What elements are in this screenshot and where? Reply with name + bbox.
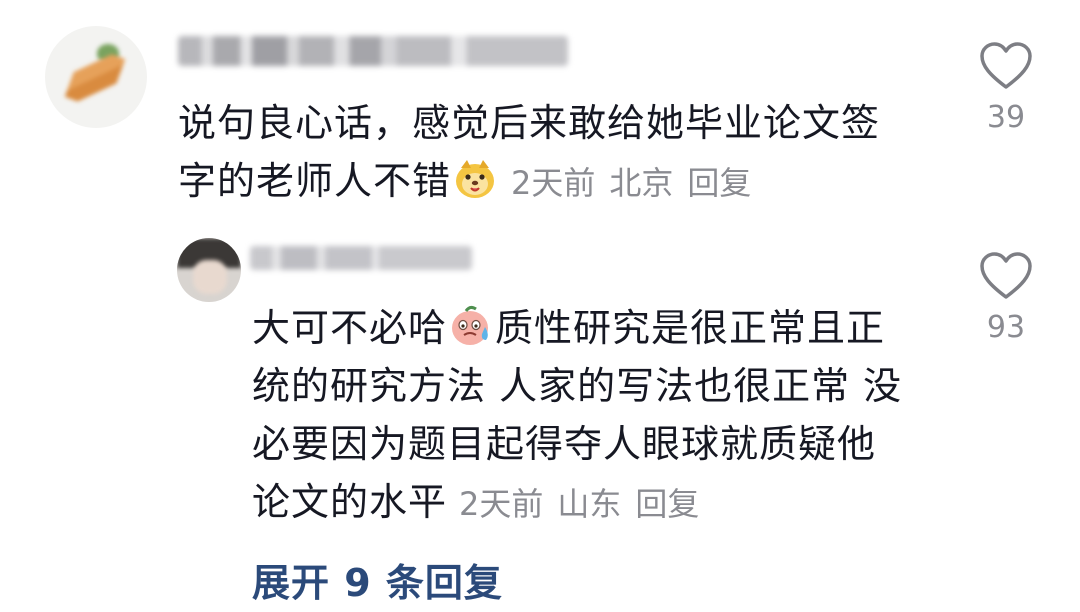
like-button[interactable]: 93 xyxy=(971,250,1041,345)
comment-location: 北京 xyxy=(609,164,674,202)
comment-body: 说句良心话，感觉后来敢给她毕业论文签字的老师人不错 2天前 北京 回复 xyxy=(178,94,918,212)
comment-meta: 2天前 北京 回复 xyxy=(511,164,765,202)
reply-button[interactable]: 回复 xyxy=(635,485,699,523)
like-count: 93 xyxy=(986,310,1026,345)
reply-button[interactable]: 回复 xyxy=(687,164,751,202)
sweat-face-emoji-icon xyxy=(452,305,489,345)
heart-icon xyxy=(980,42,1032,89)
reply-location: 山东 xyxy=(557,485,622,523)
like-button[interactable]: 39 xyxy=(971,40,1041,135)
avatar[interactable] xyxy=(45,26,147,128)
reply-text-part-1: 大可不必哈 xyxy=(252,306,448,350)
avatar[interactable] xyxy=(177,238,241,302)
reply-body: 大可不必哈 质性研究是很正常且正统的研究方法 人家的写法也很正常 没必要因为题目… xyxy=(252,299,912,533)
comment-thread: 说句良心话，感觉后来敢给她毕业论文签字的老师人不错 2天前 北京 回复 39 大可不… xyxy=(0,0,1080,612)
username-blurred[interactable] xyxy=(250,246,472,270)
puppy-emoji-icon xyxy=(456,160,495,198)
expand-replies-button[interactable]: 展开 9 条回复 xyxy=(252,552,503,607)
heart-icon xyxy=(980,252,1032,299)
username-blurred[interactable] xyxy=(178,36,568,66)
reply-time: 2天前 xyxy=(459,485,544,523)
comment-time: 2天前 xyxy=(511,164,596,202)
like-count: 39 xyxy=(986,100,1026,135)
reply-meta: 2天前 山东 回复 xyxy=(459,485,713,523)
